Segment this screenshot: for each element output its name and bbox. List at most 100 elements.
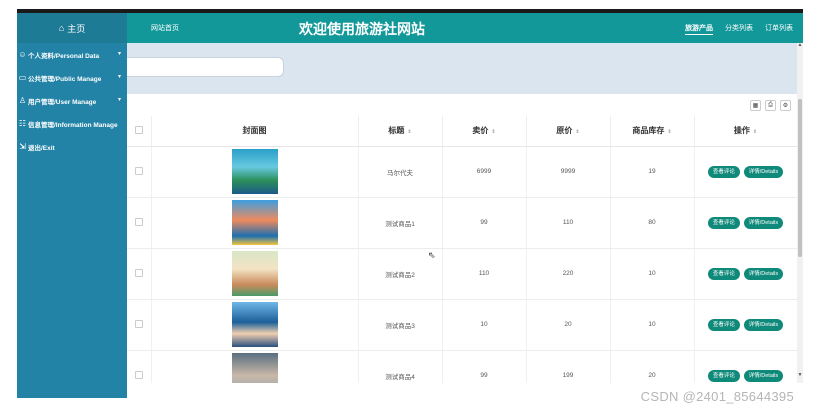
- price-cell: 110: [442, 248, 527, 300]
- product-table: 封面图 标题 ⇕ 卖价 ⇕ 原价 ⇕ 商品库存 ⇕ 操作 ⇕ 马尔代夫 6999 9999…: [127, 116, 797, 383]
- cover-image: [231, 200, 278, 245]
- table-toolbar: ▦ ⎙ ⚙: [127, 94, 797, 116]
- original-price-cell: 110: [526, 197, 611, 249]
- sidebar-item-personal-data[interactable]: ☺ 个人资料/Personal Data ▾: [17, 43, 127, 66]
- details-button[interactable]: 详情/Details: [743, 369, 784, 382]
- title-cell: 马尔代夫: [358, 146, 443, 198]
- original-price-cell: 20: [526, 299, 611, 351]
- table-header-row: 封面图 标题 ⇕ 卖价 ⇕ 原价 ⇕ 商品库存 ⇕ 操作 ⇕: [127, 116, 797, 147]
- table-row: 马尔代夫 6999 9999 19 查看评论 详情/Details: [127, 146, 797, 198]
- page-title: 欢迎使用旅游社网站: [299, 21, 425, 37]
- table-row: 测试商品3 10 20 10 查看评论 详情/Details: [127, 299, 797, 351]
- stock-cell: 20: [610, 350, 695, 383]
- user-outline-icon: ♙: [18, 96, 27, 105]
- cover-cell: [151, 350, 359, 383]
- cover-image: [231, 251, 278, 296]
- sidebar-item-exit[interactable]: ⇲ 退出/Exit: [17, 135, 127, 158]
- sidebar-item-public-manage[interactable]: ▭ 公共管理/Public Manage ▾: [17, 66, 127, 89]
- header: 网站首页 欢迎使用旅游社网站 旅游产品 分类列表 订单列表: [127, 13, 803, 43]
- sidebar-home-label: 主页: [67, 23, 86, 34]
- column-header-title[interactable]: 标题 ⇕: [358, 116, 443, 147]
- actions-cell: 查看评论 详情/Details: [694, 197, 797, 249]
- original-price-cell: 9999: [526, 146, 611, 198]
- select-all-checkbox[interactable]: [134, 125, 143, 134]
- original-price-cell: 199: [526, 350, 611, 383]
- original-price-cell: 220: [526, 248, 611, 300]
- chevron-down-icon: ▾: [117, 51, 121, 57]
- select-all-cell[interactable]: [127, 116, 152, 147]
- view-reviews-button[interactable]: 查看评论: [707, 267, 740, 280]
- scrollbar-thumb[interactable]: [798, 99, 802, 257]
- print-icon[interactable]: ⎙: [765, 100, 776, 111]
- sidebar-item-label: 用户管理/User Manage: [28, 98, 97, 106]
- price-cell: 99: [442, 197, 527, 249]
- title-cell: 测试商品3: [358, 299, 443, 351]
- sidebar-home[interactable]: ⌂ 主页: [17, 13, 127, 43]
- stock-cell: 10: [610, 248, 695, 300]
- sidebar-item-label: 公共管理/Public Manage: [28, 75, 102, 83]
- stock-cell: 10: [610, 299, 695, 351]
- stock-cell: 19: [610, 146, 695, 198]
- title-cell: 测试商品1: [358, 197, 443, 249]
- sort-icon: ⇕: [752, 129, 758, 136]
- row-select-cell[interactable]: [127, 146, 152, 198]
- view-reviews-button[interactable]: 查看评论: [707, 369, 740, 382]
- column-header-original-price[interactable]: 原价 ⇕: [526, 116, 611, 147]
- table-row: 测试商品2 110 220 10 查看评论 详情/Details: [127, 248, 797, 300]
- row-checkbox[interactable]: [134, 166, 143, 175]
- sidebar-item-information-manage[interactable]: ☷ 信息管理/Information Manage: [17, 112, 127, 135]
- info-icon: ☷: [18, 119, 27, 128]
- details-button[interactable]: 详情/Details: [743, 267, 784, 280]
- sidebar-item-label: 信息管理/Information Manage: [28, 121, 118, 129]
- sidebar: ⌂ 主页 ☺ 个人资料/Personal Data ▾ ▭ 公共管理/Publi…: [17, 13, 127, 398]
- column-header-price[interactable]: 卖价 ⇕: [442, 116, 527, 147]
- stock-cell: 80: [610, 197, 695, 249]
- details-button[interactable]: 详情/Details: [743, 318, 784, 331]
- row-checkbox[interactable]: [134, 217, 143, 226]
- price-cell: 10: [442, 299, 527, 351]
- view-reviews-button[interactable]: 查看评论: [707, 318, 740, 331]
- chevron-down-icon: ▾: [117, 74, 121, 80]
- cover-image: [231, 353, 278, 383]
- cover-image: [231, 302, 278, 347]
- cover-cell: [151, 248, 359, 300]
- scroll-up-arrow[interactable]: ▲: [797, 42, 803, 48]
- chevron-down-icon: ▾: [117, 97, 121, 103]
- row-checkbox[interactable]: [134, 319, 143, 328]
- sidebar-item-label: 个人资料/Personal Data: [28, 52, 100, 60]
- price-cell: 6999: [442, 146, 527, 198]
- cover-cell: [151, 197, 359, 249]
- row-checkbox[interactable]: [134, 268, 143, 277]
- view-reviews-button[interactable]: 查看评论: [707, 165, 740, 178]
- actions-cell: 查看评论 详情/Details: [694, 299, 797, 351]
- home-icon: ⌂: [58, 23, 65, 33]
- column-header-stock[interactable]: 商品库存 ⇕: [610, 116, 695, 147]
- columns-icon[interactable]: ▦: [750, 100, 761, 111]
- title-cell: 测试商品4: [358, 350, 443, 383]
- cover-cell: [151, 146, 359, 198]
- sidebar-item-user-manage[interactable]: ♙ 用户管理/User Manage ▾: [17, 89, 127, 112]
- search-input[interactable]: [127, 57, 284, 77]
- details-button[interactable]: 详情/Details: [743, 165, 784, 178]
- scroll-down-arrow[interactable]: ▼: [797, 372, 803, 378]
- row-select-cell[interactable]: [127, 248, 152, 300]
- details-button[interactable]: 详情/Details: [743, 216, 784, 229]
- row-select-cell[interactable]: [127, 197, 152, 249]
- exit-icon: ⇲: [19, 142, 26, 151]
- row-select-cell[interactable]: [127, 350, 152, 383]
- sidebar-item-label: 退出/Exit: [28, 144, 55, 152]
- settings-icon[interactable]: ⚙: [780, 100, 791, 111]
- actions-cell: 查看评论 详情/Details: [694, 248, 797, 300]
- monitor-icon: ▭: [18, 73, 27, 82]
- sort-icon: ⇕: [407, 129, 412, 136]
- view-reviews-button[interactable]: 查看评论: [707, 216, 740, 229]
- nav-travel-products[interactable]: 旅游产品: [685, 23, 713, 35]
- price-cell: 99: [442, 350, 527, 383]
- user-icon: ☺: [18, 50, 27, 59]
- nav-order-list[interactable]: 订单列表: [765, 23, 793, 35]
- nav-category-list[interactable]: 分类列表: [725, 23, 753, 35]
- row-select-cell[interactable]: [127, 299, 152, 351]
- cover-image: [231, 149, 278, 194]
- watermark: CSDN @2401_85644395: [640, 389, 794, 404]
- row-checkbox[interactable]: [134, 370, 143, 379]
